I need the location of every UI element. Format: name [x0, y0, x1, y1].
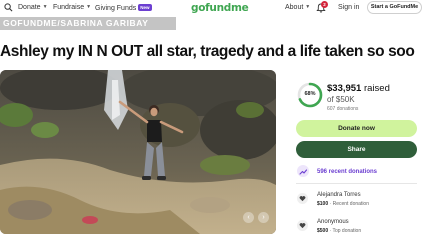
photo-prev-button[interactable]: ‹ — [243, 212, 254, 223]
donor-name: Alejandra Torres — [317, 192, 361, 198]
heart-icon — [297, 193, 308, 204]
sign-in-link[interactable]: Sign in — [338, 4, 359, 11]
donate-now-button[interactable]: Donate now — [296, 120, 417, 137]
nav-fundraise[interactable]: Fundraise ▼ — [53, 4, 91, 11]
fundraiser-photo[interactable]: ‹ › — [0, 70, 276, 234]
goal-amount: of $50K — [327, 95, 355, 104]
progress-percent: 68% — [304, 91, 316, 97]
donor-amount: $100 — [317, 201, 329, 207]
donor-amount: $500 — [317, 228, 329, 234]
new-badge: New — [138, 4, 152, 11]
fundraiser-title: Ashley my IN N OUT all star, tragedy and… — [0, 43, 415, 60]
donor-note: Top donation — [332, 228, 362, 234]
heart-icon — [297, 220, 308, 231]
amount-raised: $33,951 raised — [327, 83, 390, 94]
hiker-photo-illustration — [0, 70, 276, 234]
raised-value: $33,951 — [327, 83, 362, 94]
chevron-down-icon: ▼ — [42, 4, 48, 10]
source-banner: GOFUNDME/SABRINA GARIBAY — [0, 17, 176, 30]
top-nav: Donate ▼ Fundraise ▼ Giving Funds New gofun… — [0, 0, 426, 17]
donor-name: Anonymous — [317, 219, 349, 225]
donor-meta: $500 · Top donation — [317, 228, 362, 234]
notification-count-badge: 2 — [321, 1, 328, 8]
nav-about-label: About — [285, 4, 304, 11]
nav-giving-funds-label: Giving Funds — [95, 5, 137, 12]
donation-card: 68% $33,951 raised of $50K 607 donations… — [287, 75, 426, 240]
donor-meta: $100 · Recent donation — [317, 201, 369, 207]
chevron-down-icon: ▼ — [305, 4, 311, 10]
share-button[interactable]: Share — [296, 141, 417, 158]
nav-fundraise-label: Fundraise — [53, 4, 85, 11]
start-gofundme-button[interactable]: Start a GoFundMe — [367, 1, 422, 14]
gofundme-logo[interactable]: gofundme — [191, 2, 249, 14]
donor-note: Recent donation — [332, 201, 369, 207]
nav-donate-label: Donate — [18, 4, 41, 11]
recent-donations-link[interactable]: 596 recent donations — [317, 169, 377, 175]
photo-next-button[interactable]: › — [258, 212, 269, 223]
search-icon[interactable] — [4, 3, 13, 12]
raised-suffix: raised — [363, 83, 390, 94]
nav-donate[interactable]: Donate ▼ — [18, 4, 48, 11]
nav-giving-funds[interactable]: Giving Funds New — [95, 4, 152, 12]
donation-count: 607 donations — [327, 106, 359, 112]
divider — [296, 183, 417, 184]
chevron-down-icon: ▼ — [86, 4, 92, 10]
nav-about[interactable]: About ▼ — [285, 4, 310, 11]
trend-up-icon — [297, 165, 309, 177]
